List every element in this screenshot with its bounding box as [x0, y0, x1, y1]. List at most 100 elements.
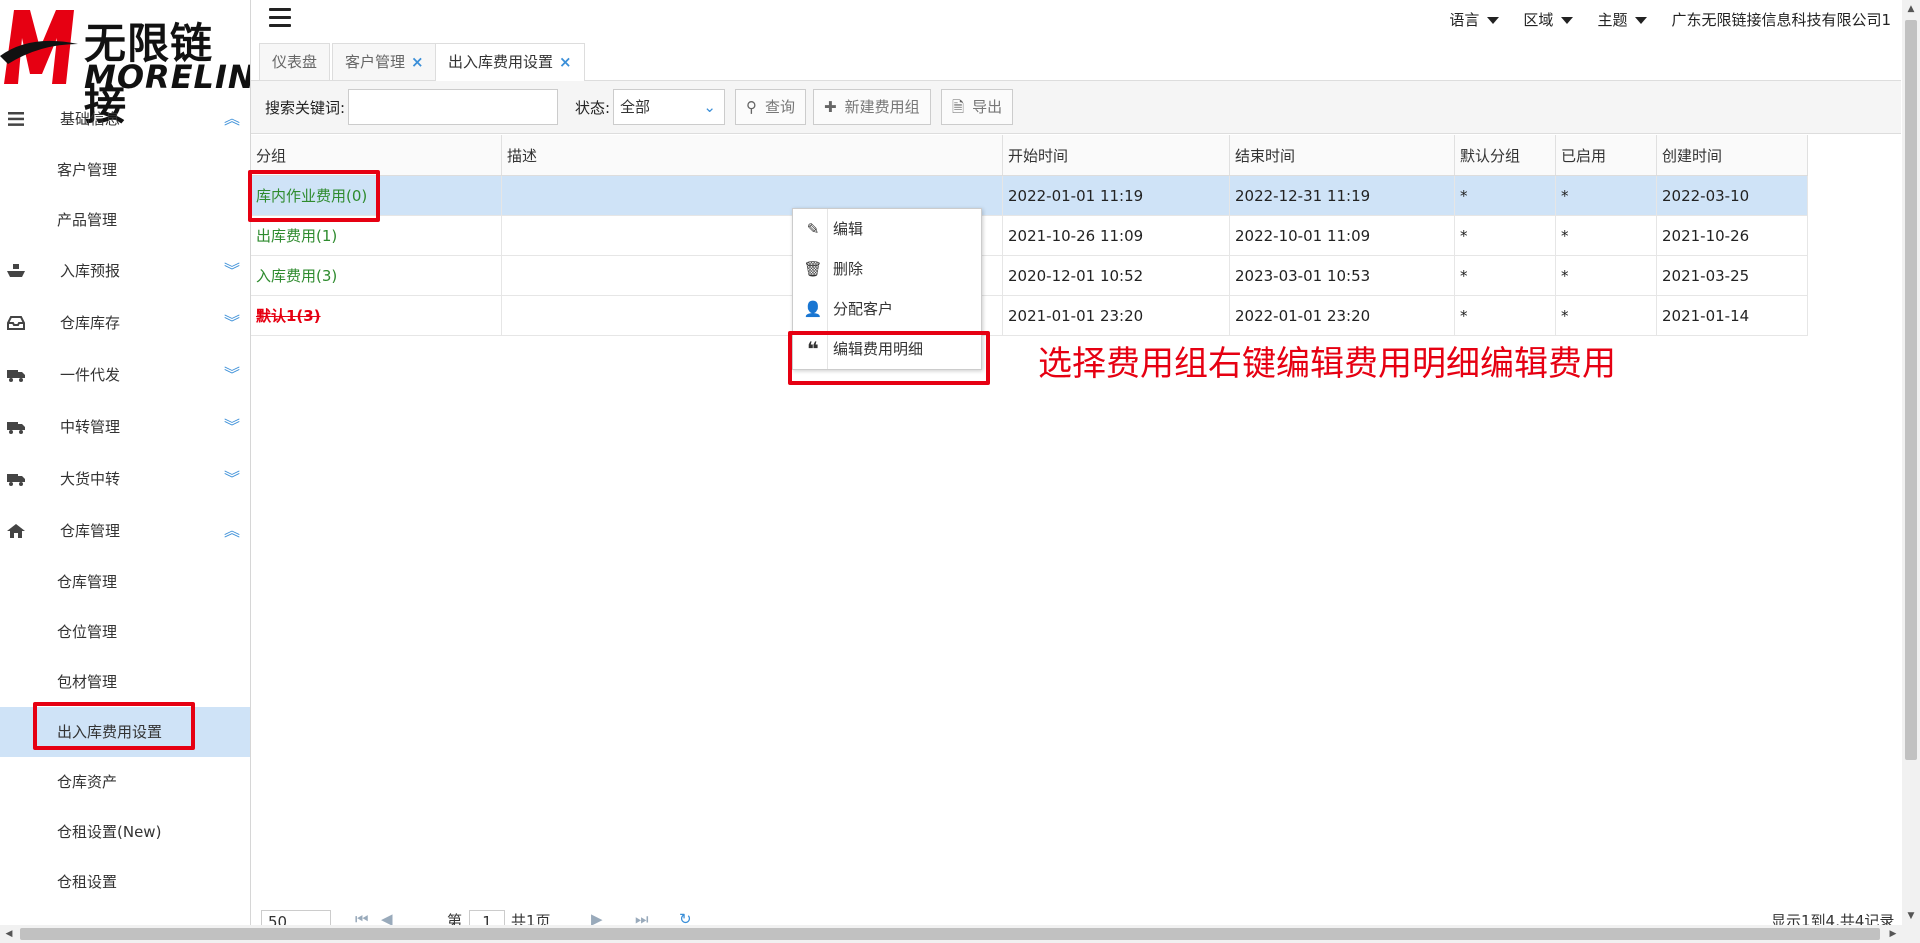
trash-icon: 🗑: [803, 260, 823, 278]
enabled-cell: *: [1555, 215, 1657, 256]
sidebar: 无限链接 MORELINK 基础信息 ︽ 客户管理 产品管理 入库预报 ︾ 仓库…: [0, 0, 251, 925]
column-header[interactable]: 已启用: [1555, 135, 1657, 176]
context-delete[interactable]: 🗑 删除: [793, 249, 981, 289]
tab-dashboard[interactable]: 仪表盘: [259, 43, 331, 80]
tab-customer[interactable]: 客户管理 ×: [332, 43, 437, 80]
new-group-button[interactable]: ✚ 新建费用组: [813, 89, 931, 125]
top-bar: 语言 区域 主题 广东无限链接信息科技有限公司1: [251, 0, 1901, 40]
table-row[interactable]: 出库费用(1) 2021-10-26 11:09 2022-10-01 11:0…: [251, 215, 1808, 256]
column-header[interactable]: 描述: [501, 135, 1003, 176]
new-group-label: 新建费用组: [844, 98, 920, 116]
sidebar-item-warehouse[interactable]: 仓库管理: [0, 557, 250, 607]
sidebar-item-rent-new[interactable]: 仓租设置(New): [0, 807, 250, 857]
end-time-cell: 2022-12-31 11:19: [1229, 175, 1455, 216]
column-header[interactable]: 创建时间: [1656, 135, 1808, 176]
quote-icon: ❝: [807, 337, 819, 361]
column-header[interactable]: 开始时间: [1002, 135, 1230, 176]
table-row[interactable]: 入库费用(3) 2020-12-01 10:52 2023-03-01 10:5…: [251, 255, 1808, 296]
sidebar-item-packing[interactable]: 包材管理: [0, 657, 250, 707]
scroll-right-icon[interactable]: ▶: [1884, 925, 1902, 943]
top-right-menu: 语言 区域 主题 广东无限链接信息科技有限公司1: [1449, 0, 1891, 40]
column-header[interactable]: 分组: [251, 135, 502, 176]
page-size-select[interactable]: 50: [261, 910, 331, 925]
export-label: 导出: [972, 98, 1003, 116]
nav-group-label: 中转管理: [60, 418, 121, 436]
page-input[interactable]: 1: [469, 910, 505, 925]
group-cell[interactable]: 默认1(3): [251, 295, 502, 336]
tab-bar: 仪表盘 客户管理 × 出入库费用设置 ×: [251, 40, 1901, 81]
next-page-icon[interactable]: ▶: [591, 910, 603, 925]
column-header[interactable]: 默认分组: [1454, 135, 1556, 176]
status-select[interactable]: 全部 ⌄: [613, 89, 725, 125]
company-name: 广东无限链接信息科技有限公司1: [1671, 11, 1891, 29]
logo: 无限链接 MORELINK: [0, 0, 250, 129]
nav-group-inbound[interactable]: 入库预报 ︾: [0, 245, 250, 297]
menu-toggle-icon[interactable]: [269, 8, 291, 28]
table-row[interactable]: 库内作业费用(0) 2022-01-01 11:19 2022-12-31 11…: [251, 175, 1808, 216]
horizontal-scroll-thumb[interactable]: [20, 928, 1880, 940]
nav-group-label: 基础信息: [60, 110, 121, 128]
group-cell[interactable]: 库内作业费用(0): [251, 175, 502, 216]
sidebar-item-rent[interactable]: 仓租设置: [0, 857, 250, 907]
context-edit-fee-detail[interactable]: ❝ 编辑费用明细: [793, 329, 981, 369]
close-icon[interactable]: ×: [559, 53, 572, 71]
vertical-scrollbar[interactable]: ▲ ▼: [1902, 0, 1920, 925]
annotation-text: 选择费用组右键编辑费用明细编辑费用: [1038, 344, 1616, 384]
nav-group-stock[interactable]: 仓库库存 ︾: [0, 297, 250, 349]
start-time-cell: 2021-01-01 23:20: [1002, 295, 1230, 336]
default-cell: *: [1454, 175, 1556, 216]
first-page-icon[interactable]: ⏮: [355, 910, 369, 925]
status-label: 状态:: [575, 99, 611, 117]
region-dropdown[interactable]: 区域: [1523, 0, 1574, 40]
search-input[interactable]: [348, 89, 558, 125]
close-icon[interactable]: ×: [411, 53, 424, 71]
sidebar-item-customer[interactable]: 客户管理: [0, 145, 250, 195]
nav-group-dropship[interactable]: 一件代发 ︾: [0, 349, 250, 401]
nav-group-label: 仓库管理: [60, 522, 121, 540]
chevron-down-icon: ︾: [223, 417, 240, 436]
truck-icon: [7, 422, 25, 434]
sidebar-item-location[interactable]: 仓位管理: [0, 607, 250, 657]
page-suffix: 共1页: [511, 912, 551, 925]
nav-group-warehouse[interactable]: 仓库管理 ︽: [0, 505, 250, 557]
group-cell[interactable]: 出库费用(1): [251, 215, 502, 256]
context-assign-customer[interactable]: 👤 分配客户: [793, 289, 981, 329]
column-header[interactable]: 结束时间: [1229, 135, 1455, 176]
scroll-left-icon[interactable]: ◀: [0, 925, 18, 943]
sidebar-nav: 基础信息 ︽ 客户管理 产品管理 入库预报 ︾ 仓库库存 ︾ 一件代发 ︾ 中转…: [0, 93, 250, 907]
nav-group-transit[interactable]: 中转管理 ︾: [0, 401, 250, 453]
file-excel-icon: 🗎: [952, 98, 965, 116]
nav-group-label: 入库预报: [60, 262, 121, 280]
context-edit[interactable]: ✎ 编辑: [793, 209, 981, 249]
search-label: 搜索关键词:: [265, 99, 346, 117]
tab-fee-settings[interactable]: 出入库费用设置 ×: [435, 43, 585, 81]
sidebar-item-product[interactable]: 产品管理: [0, 195, 250, 245]
created-cell: 2021-10-26: [1656, 215, 1808, 256]
pager-summary: 显示1到4,共4记录: [1771, 912, 1895, 925]
nav-group-basic[interactable]: 基础信息 ︽: [0, 93, 250, 145]
language-dropdown[interactable]: 语言: [1449, 0, 1500, 40]
truck-icon: [7, 474, 25, 486]
list-icon: [8, 112, 24, 126]
table-row[interactable]: 默认1(3) 2021-01-01 23:20 2022-01-01 23:20…: [251, 295, 1808, 336]
logo-text-en: MORELINK: [84, 58, 250, 96]
scroll-down-icon[interactable]: ▼: [1902, 907, 1920, 925]
horizontal-scrollbar[interactable]: ◀ ▶: [0, 925, 1920, 943]
vertical-scroll-thumb[interactable]: [1905, 20, 1917, 760]
nav-group-bulk[interactable]: 大货中转 ︾: [0, 453, 250, 505]
group-cell[interactable]: 入库费用(3): [251, 255, 502, 296]
query-button[interactable]: ⚲ 查询: [735, 89, 807, 125]
sidebar-item-assets[interactable]: 仓库资产: [0, 757, 250, 807]
enabled-cell: *: [1555, 255, 1657, 296]
scroll-up-icon[interactable]: ▲: [1902, 0, 1920, 18]
export-button[interactable]: 🗎 导出: [941, 89, 1014, 125]
default-cell: *: [1454, 215, 1556, 256]
theme-dropdown[interactable]: 主题: [1597, 0, 1648, 40]
sidebar-item-fee-settings[interactable]: 出入库费用设置: [0, 707, 250, 757]
start-time-cell: 2021-10-26 11:09: [1002, 215, 1230, 256]
start-time-cell: 2022-01-01 11:19: [1002, 175, 1230, 216]
refresh-icon[interactable]: ↻: [679, 910, 692, 925]
last-page-icon[interactable]: ⏭: [635, 910, 649, 925]
company-dropdown[interactable]: 广东无限链接信息科技有限公司1: [1671, 0, 1891, 40]
prev-page-icon[interactable]: ◀: [381, 910, 393, 925]
